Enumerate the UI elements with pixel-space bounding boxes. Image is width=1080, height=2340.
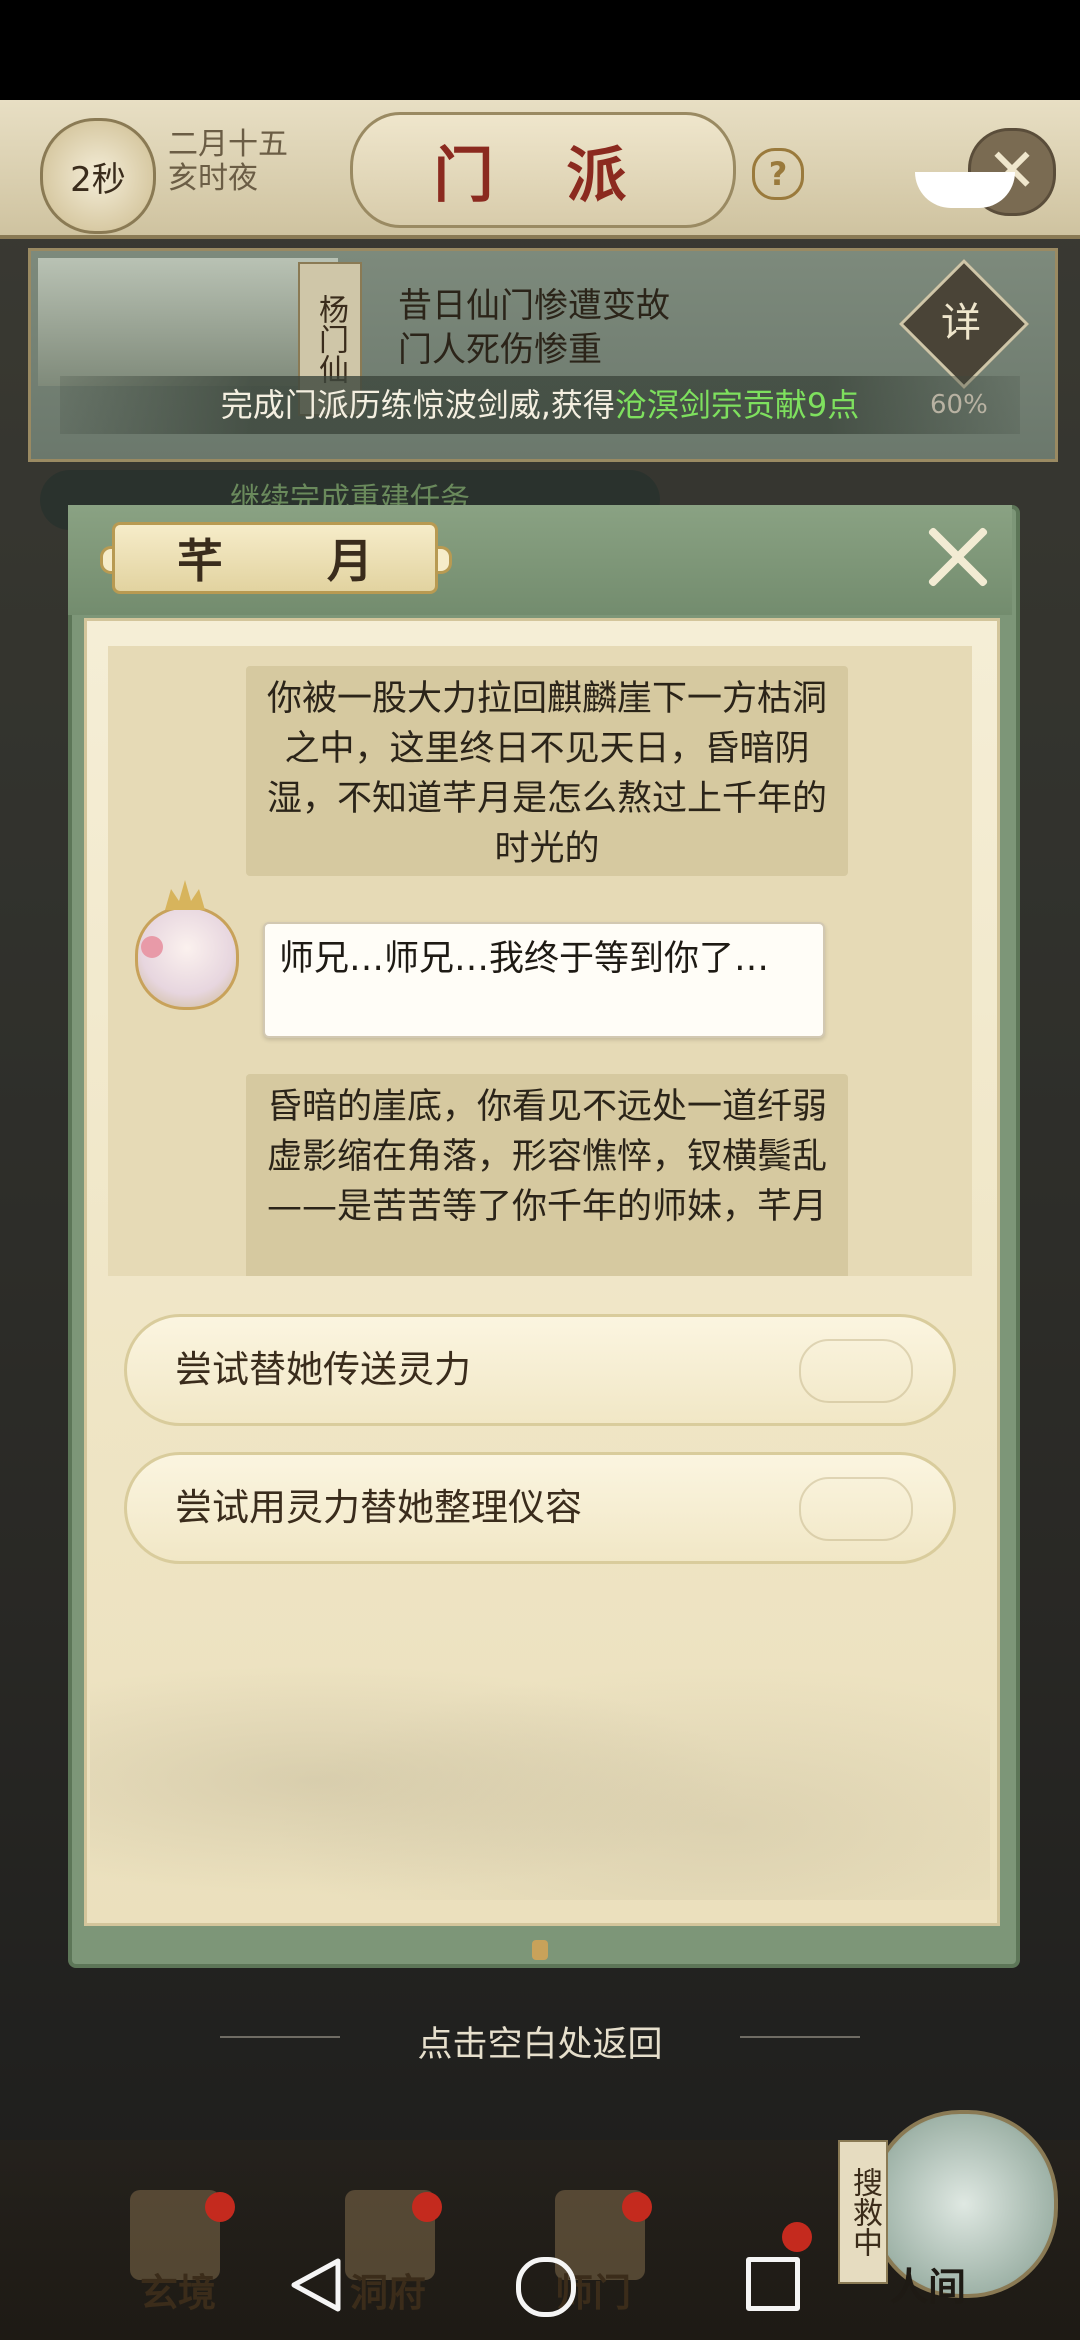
- choice-label: 尝试替她传送灵力: [175, 1348, 471, 1391]
- page-title: 门 派: [350, 112, 736, 228]
- avatar-portrait: [135, 906, 239, 1010]
- home-icon[interactable]: [516, 2257, 576, 2317]
- event-illustration: [38, 258, 338, 386]
- timer-badge: 2秒: [40, 118, 156, 234]
- reward-text: 完成门派历练惊波剑威,获得沧溟剑宗贡献9点: [60, 380, 1020, 426]
- dialog-bottom-ornament: [532, 1940, 548, 1960]
- game-date: 二月十五 亥时夜: [168, 128, 318, 196]
- notification-dot: [622, 2192, 652, 2222]
- reward-prefix: 完成门派历练惊波剑威,获得: [220, 386, 615, 424]
- reward-highlight: 沧溟剑宗贡献9点: [614, 386, 860, 424]
- back-icon[interactable]: [286, 2255, 346, 2315]
- cloud-ornament-icon: [799, 1339, 913, 1403]
- help-button[interactable]: ?: [752, 148, 804, 200]
- notification-dot: [205, 2192, 235, 2222]
- date-line-2: 亥时夜: [168, 161, 258, 196]
- choice-option-1[interactable]: 尝试替她传送灵力: [124, 1314, 956, 1426]
- event-line-2: 门人死伤惨重: [398, 330, 602, 370]
- return-hint[interactable]: 点击空白处返回: [0, 2016, 1080, 2067]
- choice-label: 尝试用灵力替她整理仪容: [175, 1486, 582, 1529]
- ink-landscape-decoration: [90, 1600, 990, 1900]
- speaker-avatar: [135, 872, 239, 1010]
- dialog-close-button[interactable]: [922, 522, 992, 592]
- event-line-1: 昔日仙门惨遭变故: [398, 286, 670, 326]
- notification-dot: [412, 2192, 442, 2222]
- narration-message: 你被一股大力拉回麒麟崖下一方枯洞之中，这里终日不见天日，昏暗阴湿，不知道芊月是怎…: [246, 666, 848, 876]
- detail-label: 详: [941, 300, 981, 346]
- dialog-title: 芊 月: [112, 522, 438, 594]
- narration-message: 昏暗的崖底，你看见不远处一道纤弱虚影缩在角落，形容憔悴，钗横鬓乱——是苦苦等了你…: [246, 1074, 848, 1276]
- speech-bubble: 师兄…师兄…我终于等到你了…: [263, 922, 825, 1038]
- flower-icon: [141, 936, 163, 958]
- recent-apps-icon[interactable]: [746, 2257, 800, 2311]
- cloud-ornament-icon: [799, 1477, 913, 1541]
- crown-icon: [165, 880, 205, 910]
- event-progress: 60%: [930, 390, 988, 420]
- choice-option-2[interactable]: 尝试用灵力替她整理仪容: [124, 1452, 956, 1564]
- date-line-1: 二月十五: [168, 127, 288, 162]
